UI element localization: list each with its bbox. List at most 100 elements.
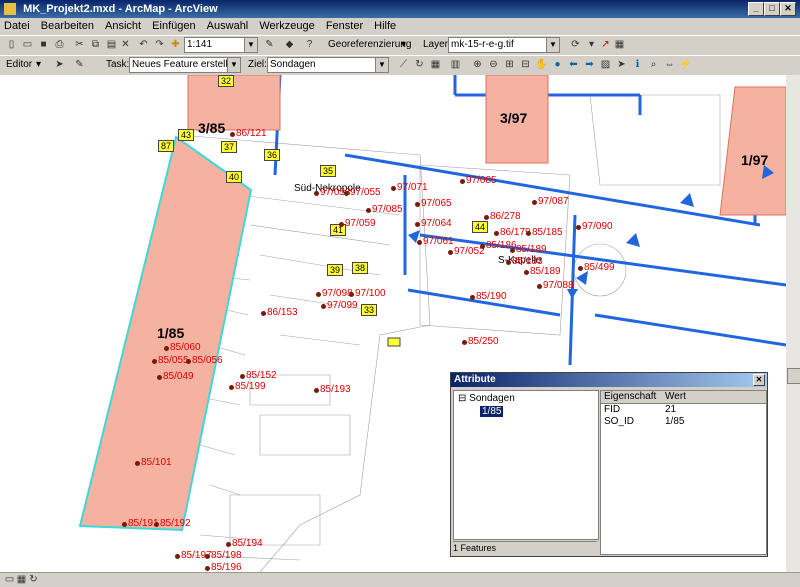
chevron-down-icon[interactable]: ▾ — [401, 39, 406, 50]
new-document-icon[interactable]: ▯ — [4, 38, 19, 52]
sondage-point-icon[interactable] — [230, 132, 235, 137]
sketch-properties-icon[interactable]: ▥ — [448, 58, 463, 72]
property-table[interactable]: Eigenschaft Wert FID 21 SO_ID 1/85 — [600, 390, 767, 555]
menu-bearbeiten[interactable]: Bearbeiten — [37, 18, 98, 34]
menu-hilfe[interactable]: Hilfe — [370, 18, 400, 34]
attributes-icon[interactable]: ▦ — [428, 58, 443, 72]
rotate-icon[interactable]: ⟳ — [568, 38, 583, 52]
sondage-point-icon[interactable] — [578, 266, 583, 271]
sondage-point-icon[interactable] — [494, 231, 499, 236]
collapse-icon[interactable]: ⊟ — [458, 393, 469, 404]
copy-icon[interactable]: ⧉ — [88, 38, 103, 52]
close-icon[interactable]: ✕ — [753, 374, 765, 386]
sondage-point-icon[interactable] — [417, 240, 422, 245]
edit-pointer-icon[interactable]: ➤ — [52, 58, 67, 72]
forward-extent-icon[interactable]: ➡ — [582, 58, 597, 72]
tree-child[interactable]: 1/85 — [480, 406, 504, 417]
paste-icon[interactable]: ▤ — [104, 38, 119, 52]
sondage-point-icon[interactable] — [152, 359, 157, 364]
minimize-button[interactable]: _ — [748, 2, 764, 16]
menu-datei[interactable]: Datei — [0, 18, 34, 34]
chevron-down-icon[interactable]: ▾ — [584, 38, 599, 52]
table-row[interactable]: FID 21 — [601, 404, 766, 416]
hyperlink-icon[interactable]: ⚡ — [678, 58, 693, 72]
sondage-point-icon[interactable] — [480, 244, 485, 249]
fixed-zoom-in-icon[interactable]: ⊞ — [502, 58, 517, 72]
sondage-point-icon[interactable] — [506, 260, 511, 265]
editor-toolbar-icon[interactable]: ✎ — [262, 38, 277, 52]
sondage-point-icon[interactable] — [470, 295, 475, 300]
scale-combo[interactable]: 1:141 ▼ — [184, 37, 258, 53]
sondage-point-icon[interactable] — [122, 522, 127, 527]
sondage-point-icon[interactable] — [415, 222, 420, 227]
select-elements-icon[interactable]: ➤ — [614, 58, 629, 72]
rotate-tool-icon[interactable]: ↻ — [412, 58, 427, 72]
scroll-thumb[interactable] — [787, 368, 800, 384]
undo-icon[interactable]: ↶ — [136, 38, 151, 52]
sondage-point-icon[interactable] — [316, 292, 321, 297]
sondage-point-icon[interactable] — [135, 461, 140, 466]
horizontal-scrollbar[interactable]: ▭ ▦ ↻ — [0, 572, 800, 586]
sondage-point-icon[interactable] — [205, 566, 210, 571]
chevron-down-icon[interactable]: ▾ — [36, 59, 41, 70]
menu-einfuegen[interactable]: Einfügen — [148, 18, 199, 34]
sondage-point-icon[interactable] — [344, 191, 349, 196]
chevron-down-icon[interactable]: ▼ — [244, 38, 257, 52]
target-combo[interactable]: Sondagen ▼ — [267, 57, 389, 73]
task-combo[interactable]: Neues Feature erstellen ▼ — [129, 57, 241, 73]
attribute-window[interactable]: Attribute ✕ ⊟ Sondagen 1/85 1 Features E… — [450, 372, 768, 557]
sondage-point-icon[interactable] — [462, 340, 467, 345]
cut-icon[interactable]: ✂ — [72, 38, 87, 52]
sketch-tool-icon[interactable]: ✎ — [72, 58, 87, 72]
sondage-point-icon[interactable] — [229, 385, 234, 390]
sondage-point-icon[interactable] — [532, 200, 537, 205]
sondage-point-icon[interactable] — [226, 542, 231, 547]
georeferencing-menu[interactable]: Georeferenzierung — [328, 39, 411, 50]
sondage-point-icon[interactable] — [391, 186, 396, 191]
table-row[interactable]: SO_ID 1/85 — [601, 416, 766, 428]
split-tool-icon[interactable]: ⟋ — [396, 58, 411, 72]
whats-this-icon[interactable]: ? — [302, 38, 317, 52]
arc-toolbox-icon[interactable]: ◆ — [282, 38, 297, 52]
chevron-down-icon[interactable]: ▼ — [375, 58, 388, 72]
sondage-1-97[interactable] — [719, 86, 786, 216]
sondage-point-icon[interactable] — [526, 231, 531, 236]
print-icon[interactable]: ⎙ — [52, 38, 67, 52]
sondage-point-icon[interactable] — [186, 359, 191, 364]
menu-ansicht[interactable]: Ansicht — [101, 18, 145, 34]
full-extent-icon[interactable]: ● — [550, 58, 565, 72]
add-control-points-icon[interactable]: ↗ — [598, 38, 613, 52]
menu-fenster[interactable]: Fenster — [322, 18, 367, 34]
vertical-scrollbar[interactable] — [786, 75, 800, 572]
pan-icon[interactable]: ✋ — [534, 58, 549, 72]
menu-werkzeuge[interactable]: Werkzeuge — [255, 18, 318, 34]
sondage-point-icon[interactable] — [154, 522, 159, 527]
sondage-point-icon[interactable] — [524, 270, 529, 275]
identify-icon[interactable]: ℹ — [630, 58, 645, 72]
redo-icon[interactable]: ↷ — [152, 38, 167, 52]
sondage-point-icon[interactable] — [339, 222, 344, 227]
sondage-point-icon[interactable] — [164, 346, 169, 351]
find-icon[interactable]: ⌕ — [646, 58, 661, 72]
back-extent-icon[interactable]: ⬅ — [566, 58, 581, 72]
sondage-point-icon[interactable] — [157, 375, 162, 380]
sondage-point-icon[interactable] — [240, 374, 245, 379]
sondage-point-icon[interactable] — [510, 248, 515, 253]
zoom-in-icon[interactable]: ⊕ — [470, 58, 485, 72]
measure-icon[interactable]: ⇔ — [662, 58, 677, 72]
chevron-down-icon[interactable]: ▼ — [546, 38, 559, 52]
fixed-zoom-out-icon[interactable]: ⊟ — [518, 58, 533, 72]
open-folder-icon[interactable]: ▭ — [20, 38, 35, 52]
maximize-button[interactable]: □ — [764, 2, 780, 16]
link-table-icon[interactable]: ▦ — [612, 38, 627, 52]
tree-root[interactable]: ⊟ Sondagen — [458, 393, 515, 404]
sondage-point-icon[interactable] — [175, 554, 180, 559]
sondage-point-icon[interactable] — [366, 208, 371, 213]
zoom-out-icon[interactable]: ⊖ — [486, 58, 501, 72]
sondage-point-icon[interactable] — [484, 215, 489, 220]
menu-auswahl[interactable]: Auswahl — [203, 18, 253, 34]
chevron-down-icon[interactable]: ▼ — [227, 58, 240, 72]
sondage-point-icon[interactable] — [460, 179, 465, 184]
sondage-point-icon[interactable] — [349, 292, 354, 297]
layer-combo[interactable]: mk-15-r-e-g.tif ▼ — [448, 37, 560, 53]
